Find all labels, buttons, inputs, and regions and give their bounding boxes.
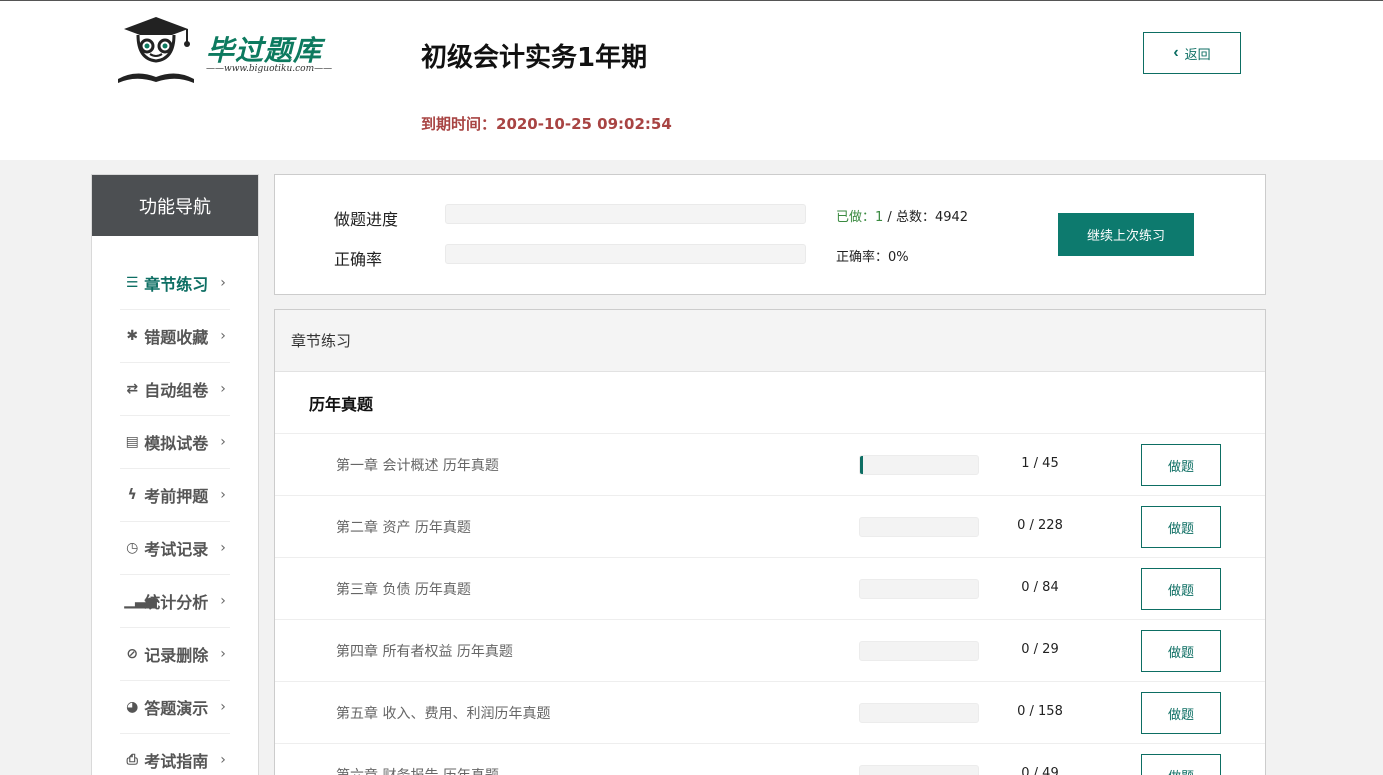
chevron-right-icon: › — [220, 646, 226, 662]
list-icon: ☰ — [125, 275, 139, 291]
sidebar-item-answer-demo[interactable]: ◕ 答题演示 › — [120, 681, 230, 734]
chevron-right-icon: › — [220, 540, 226, 556]
chapter-progress-bar — [859, 641, 979, 661]
chapter-count: 0 / 29 — [1021, 642, 1059, 657]
sidebar-item-label: 考前押题 — [144, 487, 209, 506]
retweet-icon: ⇄ — [126, 381, 139, 397]
sidebar-nav: ☰ 章节练习 › ✱ 错题收藏 › ⇄ 自动组卷 › ▤ 模拟试卷 › ϟ 考前… — [92, 257, 258, 775]
chapter-group-title: 历年真题 — [275, 372, 1265, 434]
do-questions-button[interactable]: 做题 — [1141, 444, 1221, 486]
done-label: 已做： — [836, 210, 876, 225]
chevron-right-icon: › — [220, 434, 226, 450]
chapter-progress-bar — [859, 455, 979, 475]
sidebar-item-mock-exam[interactable]: ▤ 模拟试卷 › — [120, 416, 230, 469]
progress-info: 已做：1 / 总数：4942 — [836, 206, 968, 225]
progress-panel: 做题进度 已做：1 / 总数：4942 正确率 正确率：0% 继续上次练习 — [274, 174, 1266, 295]
chapters-heading: 章节练习 — [275, 310, 1265, 372]
chapter-progress-bar — [859, 579, 979, 599]
chapter-count: 0 / 228 — [1017, 518, 1063, 533]
chapter-row: 第三章 负债 历年真题 0 / 84 做题 — [275, 558, 1265, 620]
accuracy-bar — [445, 244, 806, 264]
chapters-panel: 章节练习 历年真题 第一章 会计概述 历年真题 1 / 45 做题 第二章 资产 历年… — [274, 309, 1266, 775]
sidebar-item-chapter-practice[interactable]: ☰ 章节练习 › — [120, 257, 230, 310]
clock-icon: ◷ — [126, 540, 139, 556]
do-questions-button[interactable]: 做题 — [1141, 568, 1221, 610]
chevron-right-icon: › — [220, 699, 226, 715]
chapter-row: 第四章 所有者权益 历年真题 0 / 29 做题 — [275, 620, 1265, 682]
logo-url: ——www.biguotiku.com—— — [206, 64, 333, 74]
back-button[interactable]: ‹ 返回 — [1143, 32, 1241, 74]
sidebar-item-auto-paper[interactable]: ⇄ 自动组卷 › — [120, 363, 230, 416]
sidebar-item-label: 章节练习 — [144, 275, 209, 294]
document-icon: ▤ — [125, 434, 139, 450]
chevron-right-icon: › — [220, 328, 226, 344]
page-title: 初级会计实务1年期 — [421, 43, 648, 73]
sidebar-item-exam-records[interactable]: ◷ 考试记录 › — [120, 522, 230, 575]
chevron-right-icon: › — [220, 593, 226, 609]
do-questions-button[interactable]: 做题 — [1141, 692, 1221, 734]
chapter-name: 第四章 所有者权益 历年真题 — [336, 644, 513, 660]
accuracy-info: 正确率：0% — [836, 250, 909, 265]
chapter-progress-bar — [859, 765, 979, 775]
sidebar-item-label: 错题收藏 — [144, 328, 209, 347]
chapter-name: 第五章 收入、费用、利润历年真题 — [336, 706, 551, 722]
sidebar-heading: 功能导航 — [92, 175, 258, 236]
bar-chart-icon: ▁▃▅ — [124, 593, 157, 609]
globe-icon: ◕ — [126, 699, 139, 715]
chevron-right-icon: › — [220, 752, 226, 768]
bolt-icon: ϟ — [127, 487, 137, 503]
total-label: / 总数：4942 — [883, 210, 969, 225]
chevron-right-icon: › — [220, 487, 226, 503]
sidebar-item-label: 统计分析 — [144, 593, 209, 612]
expire-time: 到期时间：2020-10-25 09:02:54 — [421, 115, 672, 133]
continue-practice-button[interactable]: 继续上次练习 — [1058, 213, 1194, 256]
chapter-name: 第二章 资产 历年真题 — [336, 520, 471, 536]
progress-label: 做题进度 — [334, 210, 399, 229]
chevron-right-icon: › — [220, 275, 226, 291]
chapter-row: 第六章 财务报告 历年真题 0 / 49 做题 — [275, 744, 1265, 775]
chapter-count: 1 / 45 — [1021, 456, 1059, 471]
sidebar-item-label: 记录删除 — [144, 646, 209, 665]
accuracy-label: 正确率 — [334, 250, 383, 269]
sidebar: 功能导航 ☰ 章节练习 › ✱ 错题收藏 › ⇄ 自动组卷 › ▤ 模拟试卷 ›… — [91, 174, 259, 775]
chapter-progress-fill — [860, 456, 863, 474]
page-header: 毕过题库 ——www.biguotiku.com—— 初级会计实务1年期 到期时… — [0, 1, 1383, 160]
do-questions-button[interactable]: 做题 — [1141, 630, 1221, 672]
sidebar-item-label: 模拟试卷 — [144, 434, 209, 453]
sidebar-item-delete-records[interactable]: ⊘ 记录删除 › — [120, 628, 230, 681]
sidebar-item-label: 答题演示 — [144, 699, 209, 718]
chapter-name: 第六章 财务报告 历年真题 — [336, 765, 499, 775]
chapter-progress-bar — [859, 703, 979, 723]
sidebar-item-label: 考试记录 — [144, 540, 209, 559]
chapter-count: 0 / 158 — [1017, 704, 1063, 719]
print-icon: ⎙ — [126, 752, 138, 768]
chapter-name: 第一章 会计概述 历年真题 — [336, 458, 499, 474]
asterisk-icon: ✱ — [126, 328, 139, 344]
sidebar-item-label: 自动组卷 — [144, 381, 209, 400]
sidebar-item-wrong-collection[interactable]: ✱ 错题收藏 › — [120, 310, 230, 363]
chapter-row: 第一章 会计概述 历年真题 1 / 45 做题 — [275, 434, 1265, 496]
ban-icon: ⊘ — [126, 646, 139, 662]
logo-text: 毕过题库 — [206, 34, 323, 67]
do-questions-button[interactable]: 做题 — [1141, 506, 1221, 548]
progress-bar — [445, 204, 806, 224]
sidebar-item-label: 考试指南 — [144, 752, 209, 771]
chapter-row: 第五章 收入、费用、利润历年真题 0 / 158 做题 — [275, 682, 1265, 744]
chapter-count: 0 / 49 — [1021, 766, 1059, 775]
chapter-row: 第二章 资产 历年真题 0 / 228 做题 — [275, 496, 1265, 558]
sidebar-item-predicted-questions[interactable]: ϟ 考前押题 › — [120, 469, 230, 522]
chapter-name: 第三章 负债 历年真题 — [336, 582, 471, 598]
chapter-progress-bar — [859, 517, 979, 537]
do-questions-button[interactable]: 做题 — [1141, 754, 1221, 775]
chevron-left-icon: ‹ — [1173, 44, 1179, 61]
sidebar-item-statistics[interactable]: ▁▃▅ 统计分析 › — [120, 575, 230, 628]
back-button-label: 返回 — [1184, 46, 1211, 62]
chapter-count: 0 / 84 — [1021, 580, 1059, 595]
chapter-list: 第一章 会计概述 历年真题 1 / 45 做题 第二章 资产 历年真题 0 / 228 做… — [275, 434, 1265, 775]
sidebar-item-exam-guide[interactable]: ⎙ 考试指南 › — [120, 734, 230, 775]
chevron-right-icon: › — [220, 381, 226, 397]
